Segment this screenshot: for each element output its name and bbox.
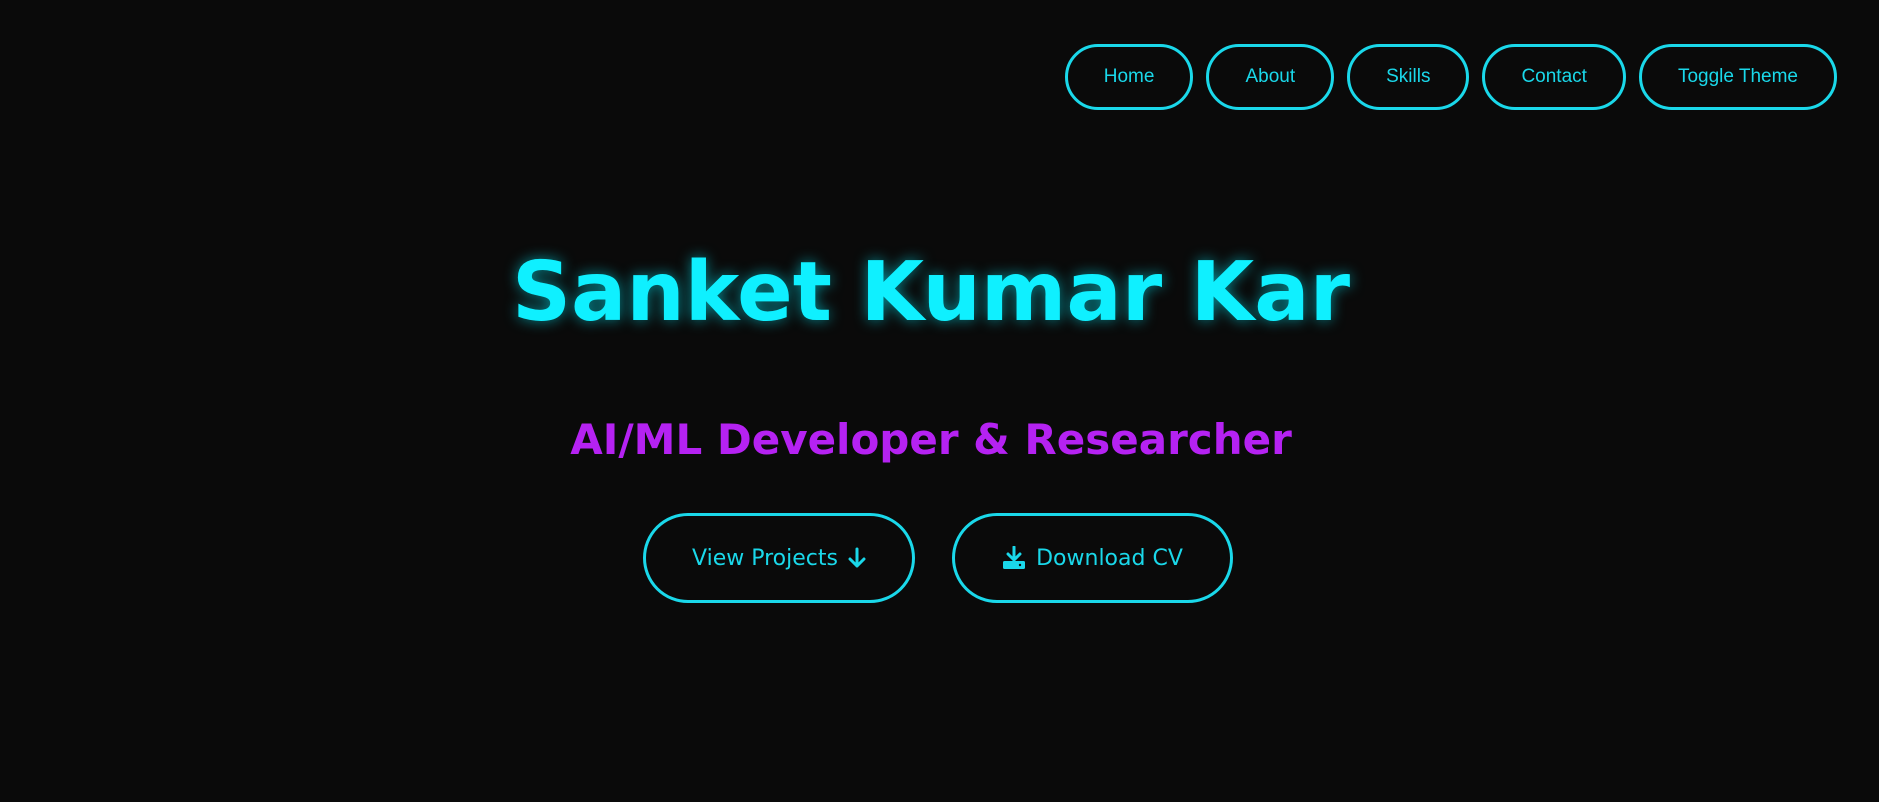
hero-actions: View Projects Download CV <box>643 513 1233 603</box>
view-projects-label: View Projects <box>692 545 838 571</box>
nav-home-button[interactable]: Home <box>1064 44 1194 110</box>
view-projects-button[interactable]: View Projects <box>643 513 915 603</box>
top-nav: Home About Skills Contact Toggle Theme <box>1064 44 1837 110</box>
nav-about-button[interactable]: About <box>1206 44 1335 110</box>
download-cv-label: Download CV <box>1036 545 1183 571</box>
toggle-theme-button[interactable]: Toggle Theme <box>1638 44 1837 110</box>
hero-tagline: AI/ML Developer & Researcher <box>570 415 1292 464</box>
download-cv-button[interactable]: Download CV <box>952 513 1233 603</box>
nav-contact-button[interactable]: Contact <box>1482 44 1626 110</box>
download-icon <box>1002 546 1026 570</box>
hero-name: Sanket Kumar Kar <box>511 245 1351 340</box>
arrow-down-icon <box>848 547 866 569</box>
nav-skills-button[interactable]: Skills <box>1347 44 1470 110</box>
